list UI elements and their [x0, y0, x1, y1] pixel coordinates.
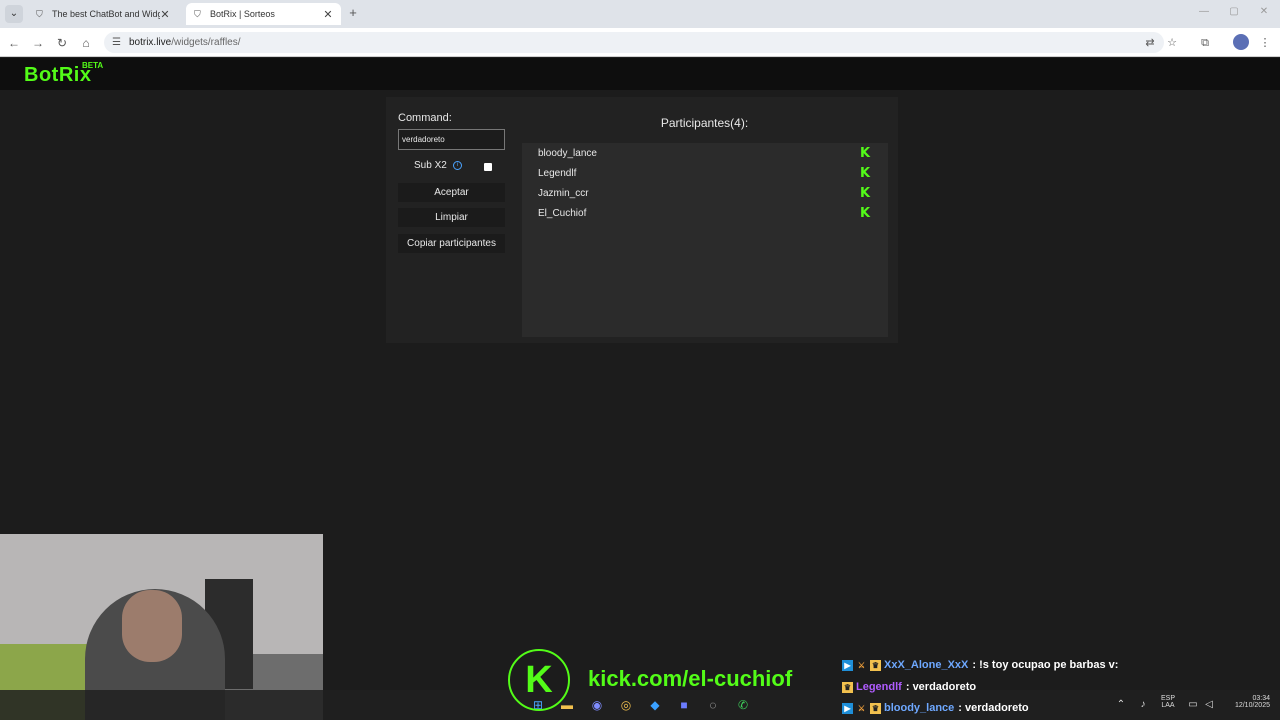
webcam-streamer-head	[122, 590, 182, 662]
address-bar[interactable]: ☰ botrix.live/widgets/raffles/	[104, 32, 1164, 53]
profile-avatar[interactable]	[1233, 34, 1249, 50]
crown-badge-icon: ♛	[870, 659, 881, 671]
tab-botrix-sorteos[interactable]: ⛉ BotRix | Sorteos ✕	[186, 3, 341, 25]
raffle-panel: Command: Sub X2 i Aceptar Limpiar Copiar…	[386, 97, 898, 343]
kick-icon: K	[859, 146, 871, 161]
chat-message: ♛ Legendlf : verdadoreto	[842, 681, 976, 693]
sub-x2-label: Sub X2	[414, 160, 447, 171]
chat-badge-icon: ▶	[842, 659, 853, 671]
keyboard-layout: LAA	[1161, 702, 1175, 709]
forward-icon[interactable]: →	[30, 35, 46, 51]
translate-icon[interactable]: ⇄	[1142, 35, 1158, 51]
close-icon[interactable]: ✕	[160, 8, 170, 21]
participant-name: Jazmin_ccr	[538, 188, 589, 199]
sword-badge-icon: ⚔	[857, 703, 866, 713]
participant-row[interactable]: El_Cuchiof K	[522, 205, 888, 225]
participant-name: bloody_lance	[538, 148, 597, 159]
extensions-icon[interactable]: ⧉	[1197, 35, 1213, 51]
clock-date: 12/10/2025	[1234, 702, 1270, 709]
microphone-icon[interactable]: ♪	[1134, 696, 1152, 714]
language-indicator[interactable]: ESP LAA	[1156, 695, 1180, 709]
chat-username: bloody_lance	[884, 702, 955, 714]
chat-text: : verdadoreto	[958, 702, 1029, 714]
tab-label: The best ChatBot and Widgets	[52, 9, 160, 19]
tab-search-button[interactable]: ⌄	[5, 5, 23, 23]
chat-text: : !s toy ocupao pe barbas v:	[972, 659, 1119, 671]
chrome-icon[interactable]: ◎	[617, 696, 635, 714]
participant-row[interactable]: Jazmin_ccr K	[522, 185, 888, 205]
app-icon[interactable]: ■	[675, 696, 693, 714]
accept-button[interactable]: Aceptar	[398, 183, 505, 202]
kick-logo-overlay: K	[508, 649, 570, 711]
participants-list: bloody_lance K Legendlf K Jazmin_ccr K E…	[522, 143, 888, 337]
sub-x2-checkbox[interactable]	[484, 163, 492, 171]
chat-username: XxX_Alone_XxX	[884, 659, 969, 671]
browser-toolbar: ← → ↻ ⌂ ☰ botrix.live/widgets/raffles/ ⇄…	[0, 28, 1280, 57]
kick-icon: K	[859, 186, 871, 201]
participant-row[interactable]: Legendlf K	[522, 165, 888, 185]
sword-badge-icon: ⚔	[857, 660, 866, 670]
participants-title: Participantes(4):	[660, 116, 749, 130]
beta-badge: BETA	[82, 61, 104, 70]
tab-label: BotRix | Sorteos	[210, 9, 275, 19]
close-icon[interactable]: ✕	[323, 8, 333, 21]
chat-username: Legendlf	[856, 681, 902, 693]
site-header: BotRix BETA	[0, 58, 1280, 90]
discord-icon[interactable]: ◉	[588, 696, 606, 714]
reload-icon[interactable]: ↻	[54, 35, 70, 51]
copy-participants-button[interactable]: Copiar participantes	[398, 234, 505, 253]
new-tab-button[interactable]: +	[345, 5, 361, 21]
crown-badge-icon: ♛	[842, 681, 853, 693]
menu-dots-icon[interactable]: ⋮	[1257, 35, 1273, 51]
shield-icon: ⛉	[194, 9, 201, 19]
participant-name: El_Cuchiof	[538, 208, 587, 219]
tray-chevron-icon[interactable]: ⌃	[1112, 696, 1130, 714]
window-close-icon[interactable]: ✕	[1256, 6, 1272, 17]
chat-message: ▶ ⚔ ♛ bloody_lance : verdadoreto	[842, 702, 1029, 714]
clock-time: 03:34	[1252, 695, 1270, 702]
clear-button[interactable]: Limpiar	[398, 208, 505, 227]
obs-icon[interactable]: ◌	[704, 696, 722, 714]
windows-taskbar	[0, 690, 1280, 720]
participant-name: Legendlf	[538, 168, 577, 179]
tab-chatbot[interactable]: ⛉ The best ChatBot and Widgets ✕	[28, 3, 178, 25]
command-input[interactable]	[398, 129, 505, 150]
command-label: Command:	[398, 112, 452, 124]
vscode-icon[interactable]: ◆	[646, 696, 664, 714]
participant-row[interactable]: bloody_lance K	[522, 145, 888, 165]
url-path: /widgets/raffles/	[171, 37, 241, 48]
kick-channel-url: kick.com/el-cuchiof	[588, 666, 793, 691]
chat-text: : verdadoreto	[905, 681, 977, 693]
minimize-icon[interactable]: —	[1196, 6, 1212, 17]
crown-badge-icon: ♛	[870, 702, 881, 714]
site-info-icon[interactable]: ☰	[112, 37, 121, 48]
browser-tab-bar: ⌄ ⛉ The best ChatBot and Widgets ✕ ⛉ Bot…	[0, 0, 1280, 28]
info-icon[interactable]: i	[452, 161, 462, 170]
sub-x2-row: Sub X2 i	[414, 160, 462, 171]
kick-icon: K	[859, 166, 871, 181]
chat-message: ▶ ⚔ ♛ XxX_Alone_XxX : !s toy ocupao pe b…	[842, 659, 1118, 671]
clock[interactable]: 03:34 12/10/2025	[1222, 695, 1270, 709]
maximize-icon[interactable]: ▢	[1226, 6, 1242, 17]
language-code: ESP	[1160, 695, 1175, 702]
whatsapp-icon[interactable]: ✆	[734, 696, 752, 714]
bookmark-star-icon[interactable]: ☆	[1164, 35, 1180, 51]
shield-icon: ⛉	[36, 9, 43, 19]
kick-icon: K	[859, 206, 871, 221]
back-icon[interactable]: ←	[6, 35, 22, 51]
url-host: botrix.live	[128, 37, 172, 48]
volume-icon[interactable]: ◁	[1200, 696, 1218, 714]
home-icon[interactable]: ⌂	[78, 35, 94, 51]
chat-badge-icon: ▶	[842, 702, 853, 714]
